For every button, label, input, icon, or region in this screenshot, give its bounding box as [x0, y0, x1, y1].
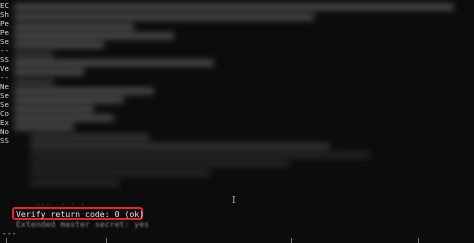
- verify-return-code-line: Verify return code: 0 (ok): [16, 209, 145, 219]
- bottom-tick: [6, 238, 7, 243]
- prompt-separator: ---: [2, 229, 17, 238]
- prefix-line-12: Se: [0, 100, 9, 109]
- prefix-line-11: Se: [0, 91, 9, 100]
- prefix-line-1: EC: [0, 1, 9, 10]
- text-cursor-icon: I: [232, 196, 236, 206]
- prefix-line-6: --: [0, 46, 9, 55]
- prefix-line-2: Sh: [0, 10, 9, 19]
- prefix-line-15: No: [0, 127, 9, 136]
- prefix-line-7: SS: [0, 55, 9, 64]
- extended-master-secret-line: Extended master secret: yes: [16, 219, 150, 229]
- prefix-line-14: Ex: [0, 118, 9, 127]
- prefix-line-8: Ve: [0, 64, 9, 73]
- bottom-tick: [106, 238, 107, 243]
- prefix-line-13: Co: [0, 109, 9, 118]
- prefix-line-10: Ne: [0, 82, 9, 91]
- prefix-line-4: Pe: [0, 28, 9, 37]
- bottom-tick: [291, 238, 292, 243]
- prefix-line-16: SS: [0, 136, 9, 145]
- prefix-line-3: Pe: [0, 19, 9, 28]
- terminal-window[interactable]: EC Sh Pe Pe Se -- SS Ve -- Ne Se Se Co E…: [0, 0, 474, 243]
- prefix-line-5: Se: [0, 37, 9, 46]
- bottom-tick: [418, 238, 419, 243]
- prefix-line-9: --: [0, 73, 9, 82]
